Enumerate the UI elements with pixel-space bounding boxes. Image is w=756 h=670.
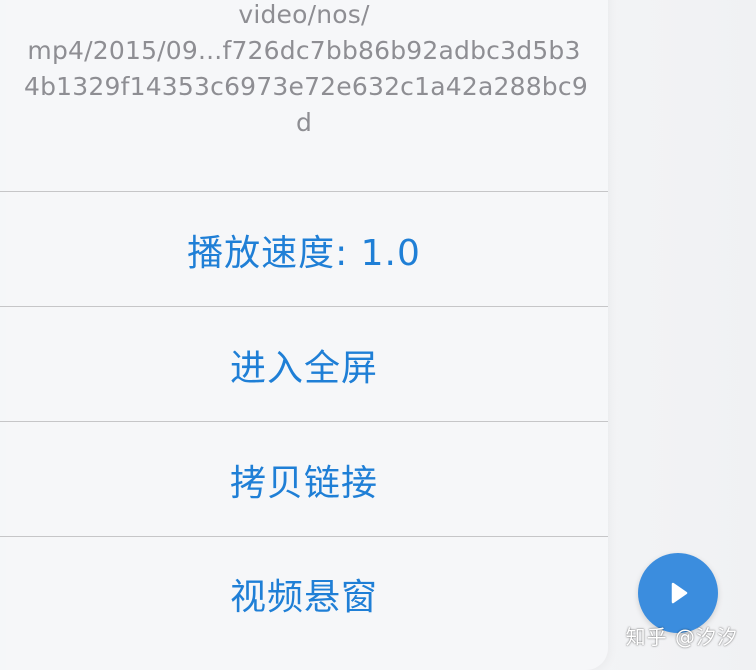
video-url-text: video/nos/ mp4/2015/09...f726dc7bb86b92a… xyxy=(24,0,588,137)
action-sheet-message: video/nos/ mp4/2015/09...f726dc7bb86b92a… xyxy=(0,0,608,171)
copy-link-button[interactable]: 拷贝链接 xyxy=(0,421,608,537)
video-floating-window-button[interactable]: 视频悬窗 xyxy=(0,536,608,670)
enter-fullscreen-button[interactable]: 进入全屏 xyxy=(0,306,608,422)
action-sheet: video/nos/ mp4/2015/09...f726dc7bb86b92a… xyxy=(0,0,608,670)
playback-speed-button[interactable]: 播放速度: 1.0 xyxy=(0,191,608,307)
play-icon xyxy=(671,582,688,604)
watermark: 知乎 @汐汐 xyxy=(625,625,738,649)
